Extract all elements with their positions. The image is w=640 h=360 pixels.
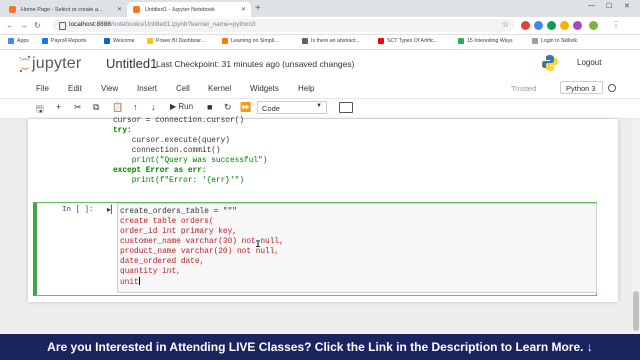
bookmark-learning[interactable]: Learning on Simpli... bbox=[222, 38, 278, 44]
new-tab-button[interactable]: + bbox=[255, 3, 261, 14]
menu-file[interactable]: File bbox=[36, 84, 49, 93]
extension-icon[interactable] bbox=[521, 21, 530, 30]
add-cell-icon[interactable]: + bbox=[56, 102, 61, 112]
python-logo-icon bbox=[542, 55, 558, 71]
promo-banner: Are you Interested in Attending LIVE Cla… bbox=[0, 334, 640, 360]
browser-tab-notebook[interactable]: Untitled1 - Jupyter Notebook ✕ bbox=[127, 2, 251, 17]
previous-cell-code[interactable]: cursor = connection.cursor() try: cursor… bbox=[113, 116, 267, 186]
jupyter-logo-icon[interactable] bbox=[18, 54, 32, 74]
chevron-down-icon: ▼ bbox=[316, 103, 322, 109]
info-icon[interactable] bbox=[59, 22, 66, 30]
tab-title: Home Page - Select or create a... bbox=[21, 6, 103, 13]
bookmark-icon bbox=[532, 38, 538, 44]
bookmark-apps[interactable]: Apps bbox=[8, 38, 29, 44]
bookmark-icon bbox=[104, 38, 110, 44]
bookmark-abstract[interactable]: Is there an abstract... bbox=[302, 38, 360, 44]
mouse-ibeam-cursor: I bbox=[255, 240, 262, 251]
extension-icon[interactable] bbox=[573, 21, 582, 30]
bookmark-powerbi[interactable]: Power BI Dashboar... bbox=[147, 38, 205, 44]
edit-mode-icon: ▸▏ bbox=[107, 205, 118, 214]
scrollbar-thumb[interactable] bbox=[633, 291, 639, 331]
run-icon: ▶ bbox=[170, 102, 177, 111]
interrupt-icon[interactable]: ■ bbox=[207, 102, 212, 112]
menu-widgets[interactable]: Widgets bbox=[250, 84, 279, 93]
youtube-icon bbox=[378, 38, 384, 44]
bookmark-login[interactable]: Login to Skillstk bbox=[532, 38, 577, 44]
run-button[interactable]: ▶ Run bbox=[170, 102, 193, 111]
jupyter-favicon-icon bbox=[9, 6, 16, 13]
text-cursor bbox=[138, 277, 140, 285]
menu-kernel[interactable]: Kernel bbox=[208, 84, 231, 93]
close-tab-icon[interactable]: ✕ bbox=[241, 6, 246, 13]
minimize-button[interactable]: — bbox=[588, 2, 595, 9]
logout-button[interactable]: Logout bbox=[577, 58, 601, 67]
bookmark-icon bbox=[458, 38, 464, 44]
extension-icon[interactable] bbox=[560, 21, 569, 30]
page-scrollbar[interactable] bbox=[632, 119, 640, 334]
browser-tab-home[interactable]: Home Page - Select or create a... ✕ bbox=[3, 2, 127, 17]
kernel-idle-icon bbox=[608, 84, 616, 92]
tab-title: Untitled1 - Jupyter Notebook bbox=[145, 6, 215, 13]
bookmark-welcome[interactable]: Welcome bbox=[104, 38, 135, 44]
menu-view[interactable]: View bbox=[101, 84, 118, 93]
url-field[interactable]: localhost:8888/notebooks/Untitled1.ipynb… bbox=[52, 19, 514, 32]
apps-grid-icon bbox=[8, 38, 14, 44]
paste-icon[interactable]: 📋 bbox=[112, 102, 123, 113]
move-up-icon[interactable]: ↑ bbox=[133, 102, 138, 112]
maximize-button[interactable]: ☐ bbox=[606, 2, 612, 10]
bookmark-payroll[interactable]: Payroll Reports bbox=[42, 38, 86, 44]
close-window-button[interactable]: ✕ bbox=[624, 2, 630, 10]
menu-cell[interactable]: Cell bbox=[176, 84, 190, 93]
save-icon[interactable]: 🖫 bbox=[36, 102, 44, 118]
bookmark-icon bbox=[147, 38, 153, 44]
fast-forward-icon[interactable]: ⏩ bbox=[240, 102, 251, 113]
bookmark-interesting[interactable]: 15 Interesting Ways bbox=[458, 38, 513, 44]
copy-icon[interactable]: ⧉ bbox=[93, 102, 99, 113]
trusted-indicator[interactable]: Trusted bbox=[511, 84, 536, 93]
bookmark-types[interactable]: SCT Types Of Artific... bbox=[378, 38, 438, 44]
browser-tab-bar: Home Page - Select or create a... ✕ Unti… bbox=[0, 0, 640, 17]
checkpoint-status: Last Checkpoint: 31 minutes ago (unsaved… bbox=[156, 59, 355, 69]
back-arrow-icon[interactable]: ← bbox=[6, 21, 14, 30]
notebook-name[interactable]: Untitled1 bbox=[106, 56, 157, 71]
extension-icon[interactable] bbox=[547, 21, 556, 30]
profile-avatar[interactable] bbox=[589, 21, 598, 30]
menu-insert[interactable]: Insert bbox=[137, 84, 157, 93]
notebook-workspace: cursor = connection.cursor() try: cursor… bbox=[0, 116, 632, 334]
move-down-icon[interactable]: ↓ bbox=[151, 102, 156, 112]
menu-bar: File Edit View Insert Cell Kernel Widget… bbox=[0, 80, 640, 99]
extension-icon[interactable] bbox=[534, 21, 543, 30]
bookmark-icon bbox=[222, 38, 228, 44]
star-icon[interactable]: ☆ bbox=[502, 20, 509, 29]
jupyter-logo-text[interactable]: jupyter bbox=[32, 55, 81, 73]
bookmark-icon bbox=[302, 38, 308, 44]
browser-menu-icon[interactable]: ⋮ bbox=[612, 20, 620, 29]
reload-icon[interactable]: ↻ bbox=[34, 21, 41, 30]
menu-help[interactable]: Help bbox=[298, 84, 314, 93]
bookmark-icon bbox=[42, 38, 48, 44]
bookmarks-bar: Apps Payroll Reports Welcome Power BI Da… bbox=[0, 35, 640, 50]
cut-icon[interactable]: ✂ bbox=[74, 102, 82, 113]
cell-type-select[interactable]: Code ▼ bbox=[257, 101, 327, 114]
jupyter-favicon-icon bbox=[133, 6, 140, 13]
forward-arrow-icon[interactable]: → bbox=[20, 21, 28, 30]
keyboard-icon[interactable] bbox=[339, 102, 353, 113]
jupyter-header: jupyter Untitled1 Last Checkpoint: 31 mi… bbox=[0, 50, 640, 77]
cell-prompt: In [ ]: bbox=[62, 206, 94, 214]
address-bar-row: ← → ↻ localhost:8888/notebooks/Untitled1… bbox=[0, 17, 640, 35]
kernel-name[interactable]: Python 3 bbox=[560, 81, 603, 94]
url-text: localhost:8888/notebooks/Untitled1.ipynb… bbox=[69, 21, 256, 28]
notebook-toolbar: 🖫 + ✂ ⧉ 📋 ↑ ↓ ▶ Run ■ ↻ ⏩ Code ▼ bbox=[0, 99, 640, 119]
menu-edit[interactable]: Edit bbox=[68, 84, 82, 93]
close-tab-icon[interactable]: ✕ bbox=[117, 6, 122, 13]
restart-icon[interactable]: ↻ bbox=[224, 102, 232, 113]
